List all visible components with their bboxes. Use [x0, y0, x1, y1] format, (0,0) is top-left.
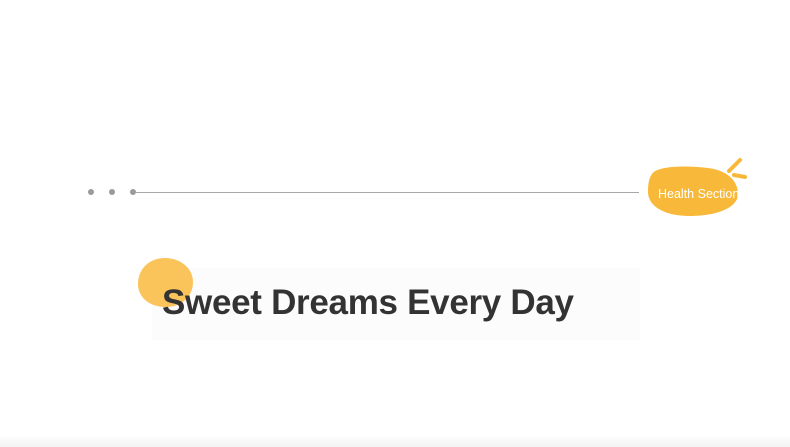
dots-decoration	[88, 189, 138, 197]
sparkle-rays-icon	[727, 158, 747, 179]
section-badge: Health Section	[646, 158, 750, 220]
divider-line	[135, 192, 639, 193]
section-label: Health Section	[658, 187, 740, 201]
dot	[109, 189, 115, 195]
slide: Health Section Sweet Dreams Every Day	[0, 0, 790, 447]
bottom-edge	[0, 435, 790, 447]
page-title: Sweet Dreams Every Day	[162, 283, 574, 322]
dot	[88, 189, 94, 195]
